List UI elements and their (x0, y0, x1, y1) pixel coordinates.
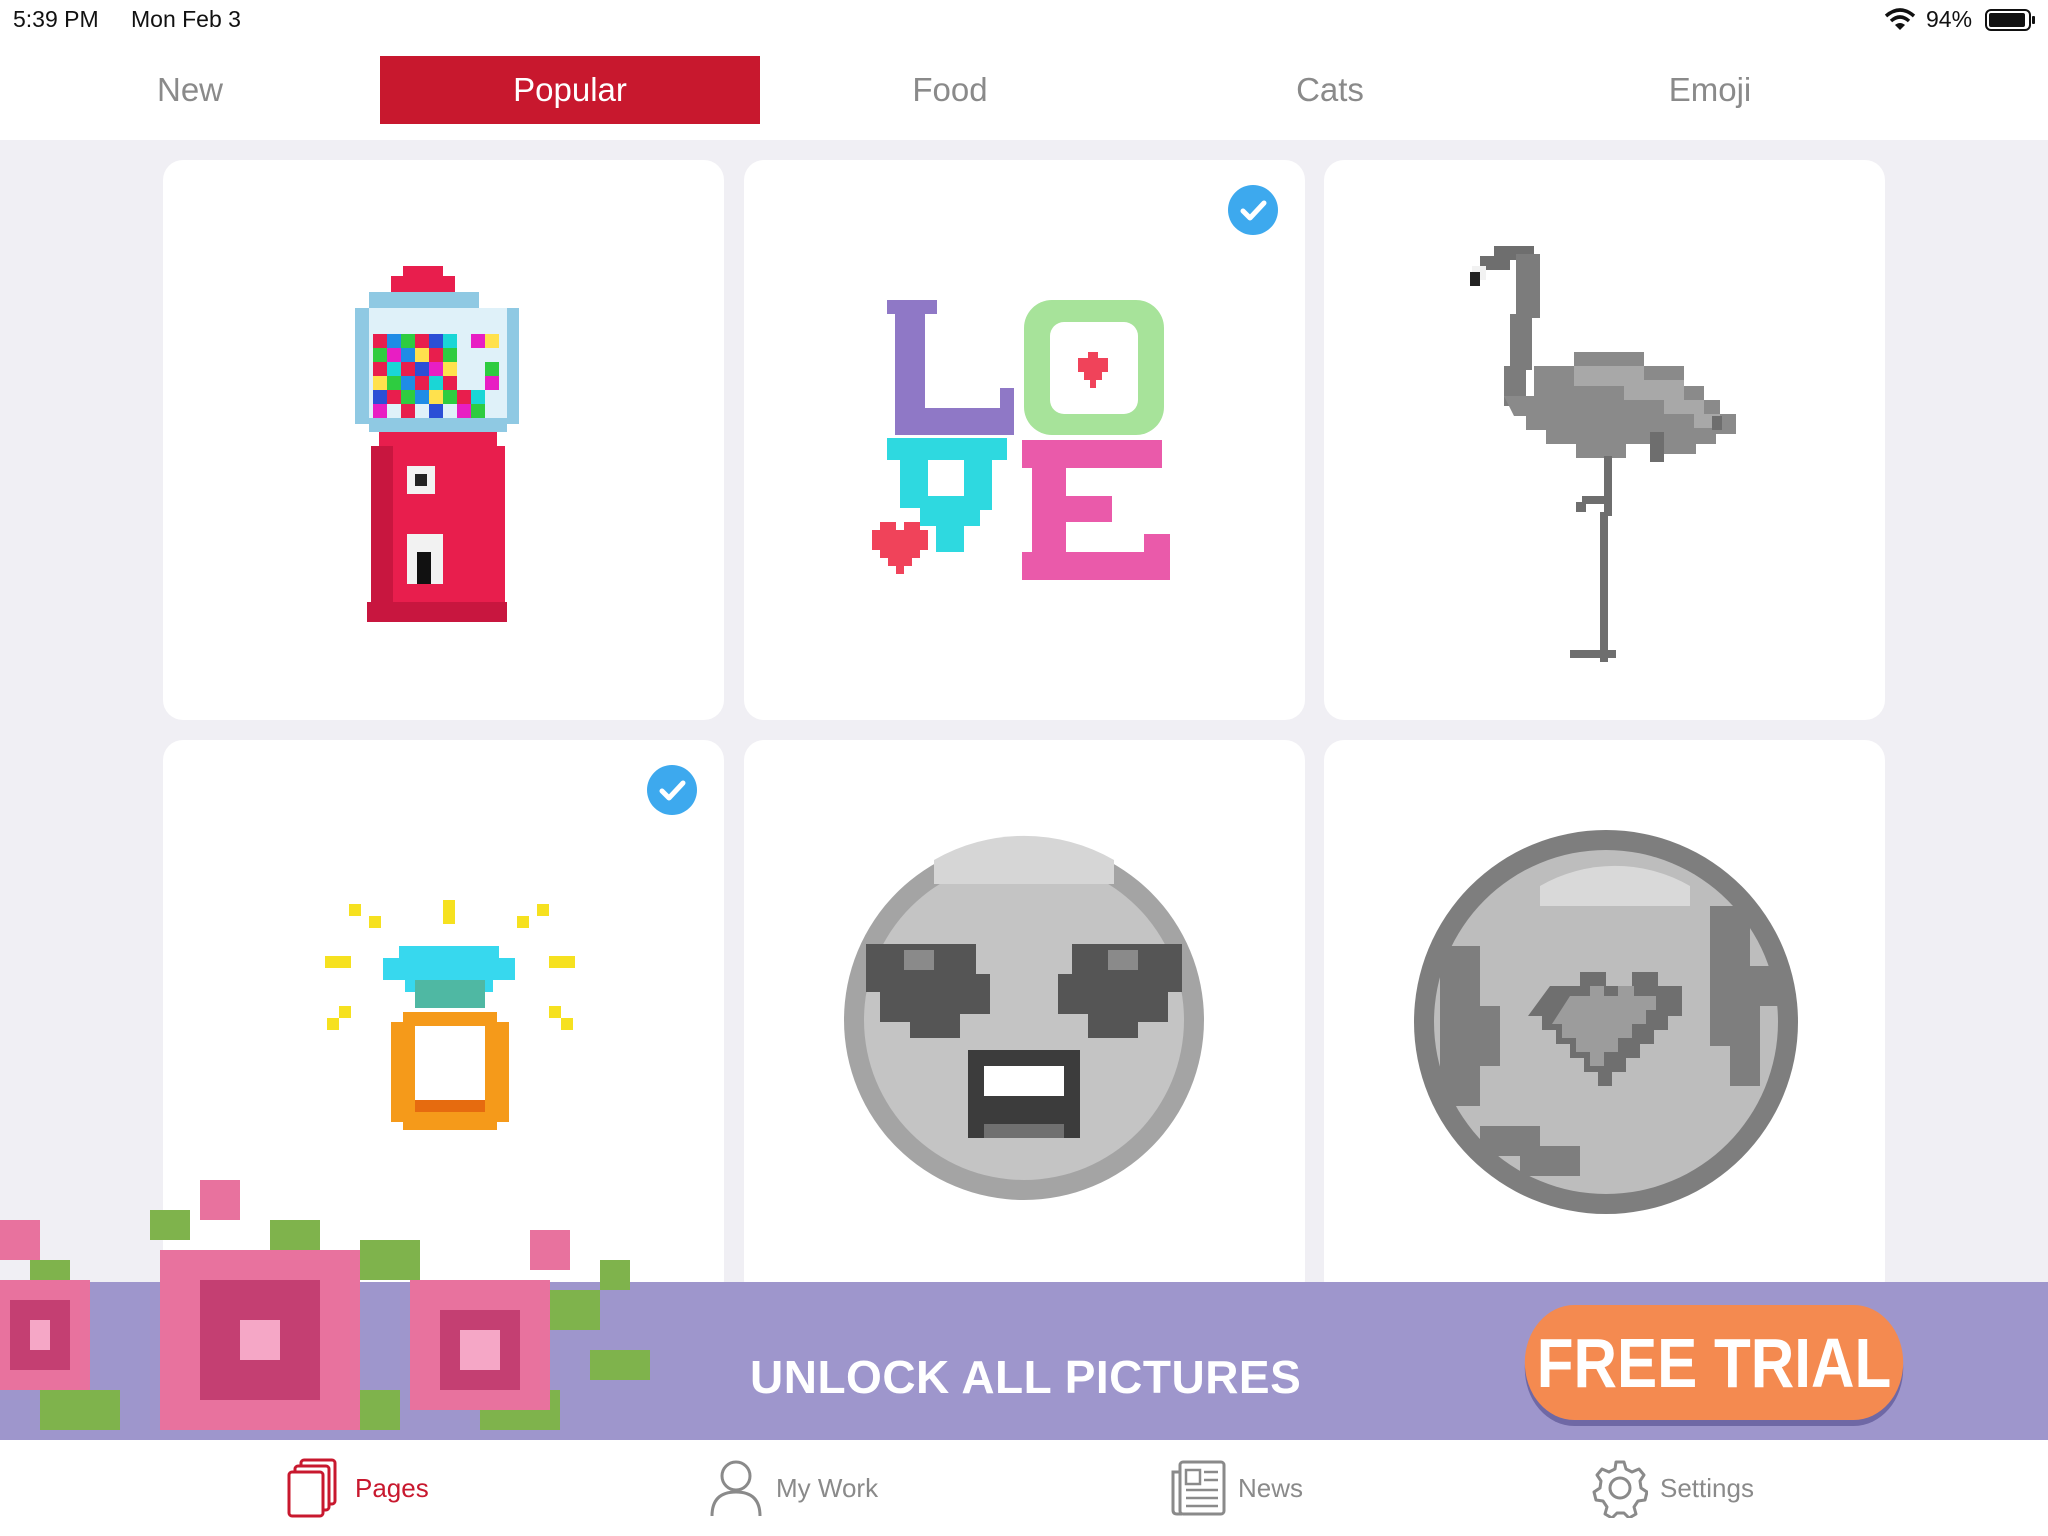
star-eyed-emoji-image (844, 835, 1204, 1200)
love-text-image (872, 300, 1170, 580)
bottom-tab-bar: Pages My Work News Settings (0, 1440, 2048, 1536)
picture-card-gumball-machine[interactable] (163, 160, 724, 720)
status-bar: 5:39 PM Mon Feb 3 94% (0, 0, 2048, 40)
picture-card-love-text[interactable] (744, 160, 1305, 720)
battery-icon (1985, 9, 2035, 31)
free-trial-button[interactable]: FREE TRIAL (1524, 1305, 1904, 1420)
nav-pages[interactable]: Pages (287, 1440, 429, 1536)
battery-percent: 94% (1926, 6, 1973, 32)
picture-card-earth-heart[interactable] (1324, 740, 1885, 1300)
tab-cats[interactable]: Cats (1140, 56, 1520, 124)
status-time: 5:39 PM (13, 6, 99, 32)
nav-my-work-label: My Work (776, 1472, 879, 1503)
diamond-ring-image (325, 900, 575, 1130)
nav-pages-label: Pages (355, 1472, 429, 1503)
newspaper-icon (1171, 1460, 1226, 1516)
nav-settings[interactable]: Settings (1592, 1440, 1754, 1536)
pages-icon (287, 1458, 337, 1518)
tab-popular[interactable]: Popular (380, 56, 760, 124)
gear-icon (1592, 1460, 1648, 1518)
completed-check-icon (647, 765, 697, 815)
tab-new[interactable]: New (0, 56, 380, 124)
nav-settings-label: Settings (1660, 1472, 1754, 1503)
flamingo-image (1470, 246, 1736, 662)
picture-card-flamingo[interactable] (1324, 160, 1885, 720)
person-icon (710, 1460, 762, 1517)
picture-card-star-eyed-emoji[interactable] (744, 740, 1305, 1300)
gumball-machine-image (355, 266, 519, 622)
category-tab-bar: New Popular Food Cats Emoji (0, 40, 2048, 140)
status-date: Mon Feb 3 (131, 6, 241, 32)
tab-emoji[interactable]: Emoji (1520, 56, 1900, 124)
roses-illustration (0, 1180, 650, 1430)
nav-news-label: News (1238, 1472, 1304, 1503)
earth-heart-image (1414, 830, 1798, 1214)
tab-food[interactable]: Food (760, 56, 1140, 124)
wifi-icon (1884, 8, 1916, 30)
nav-news[interactable]: News (1170, 1440, 1303, 1536)
nav-my-work[interactable]: My Work (708, 1440, 878, 1536)
promo-text: UNLOCK ALL PICTURES (750, 1351, 1302, 1403)
app-screen: 5:39 PM Mon Feb 3 94% New Popular Food C… (0, 0, 2048, 1536)
completed-check-icon (1228, 185, 1278, 235)
